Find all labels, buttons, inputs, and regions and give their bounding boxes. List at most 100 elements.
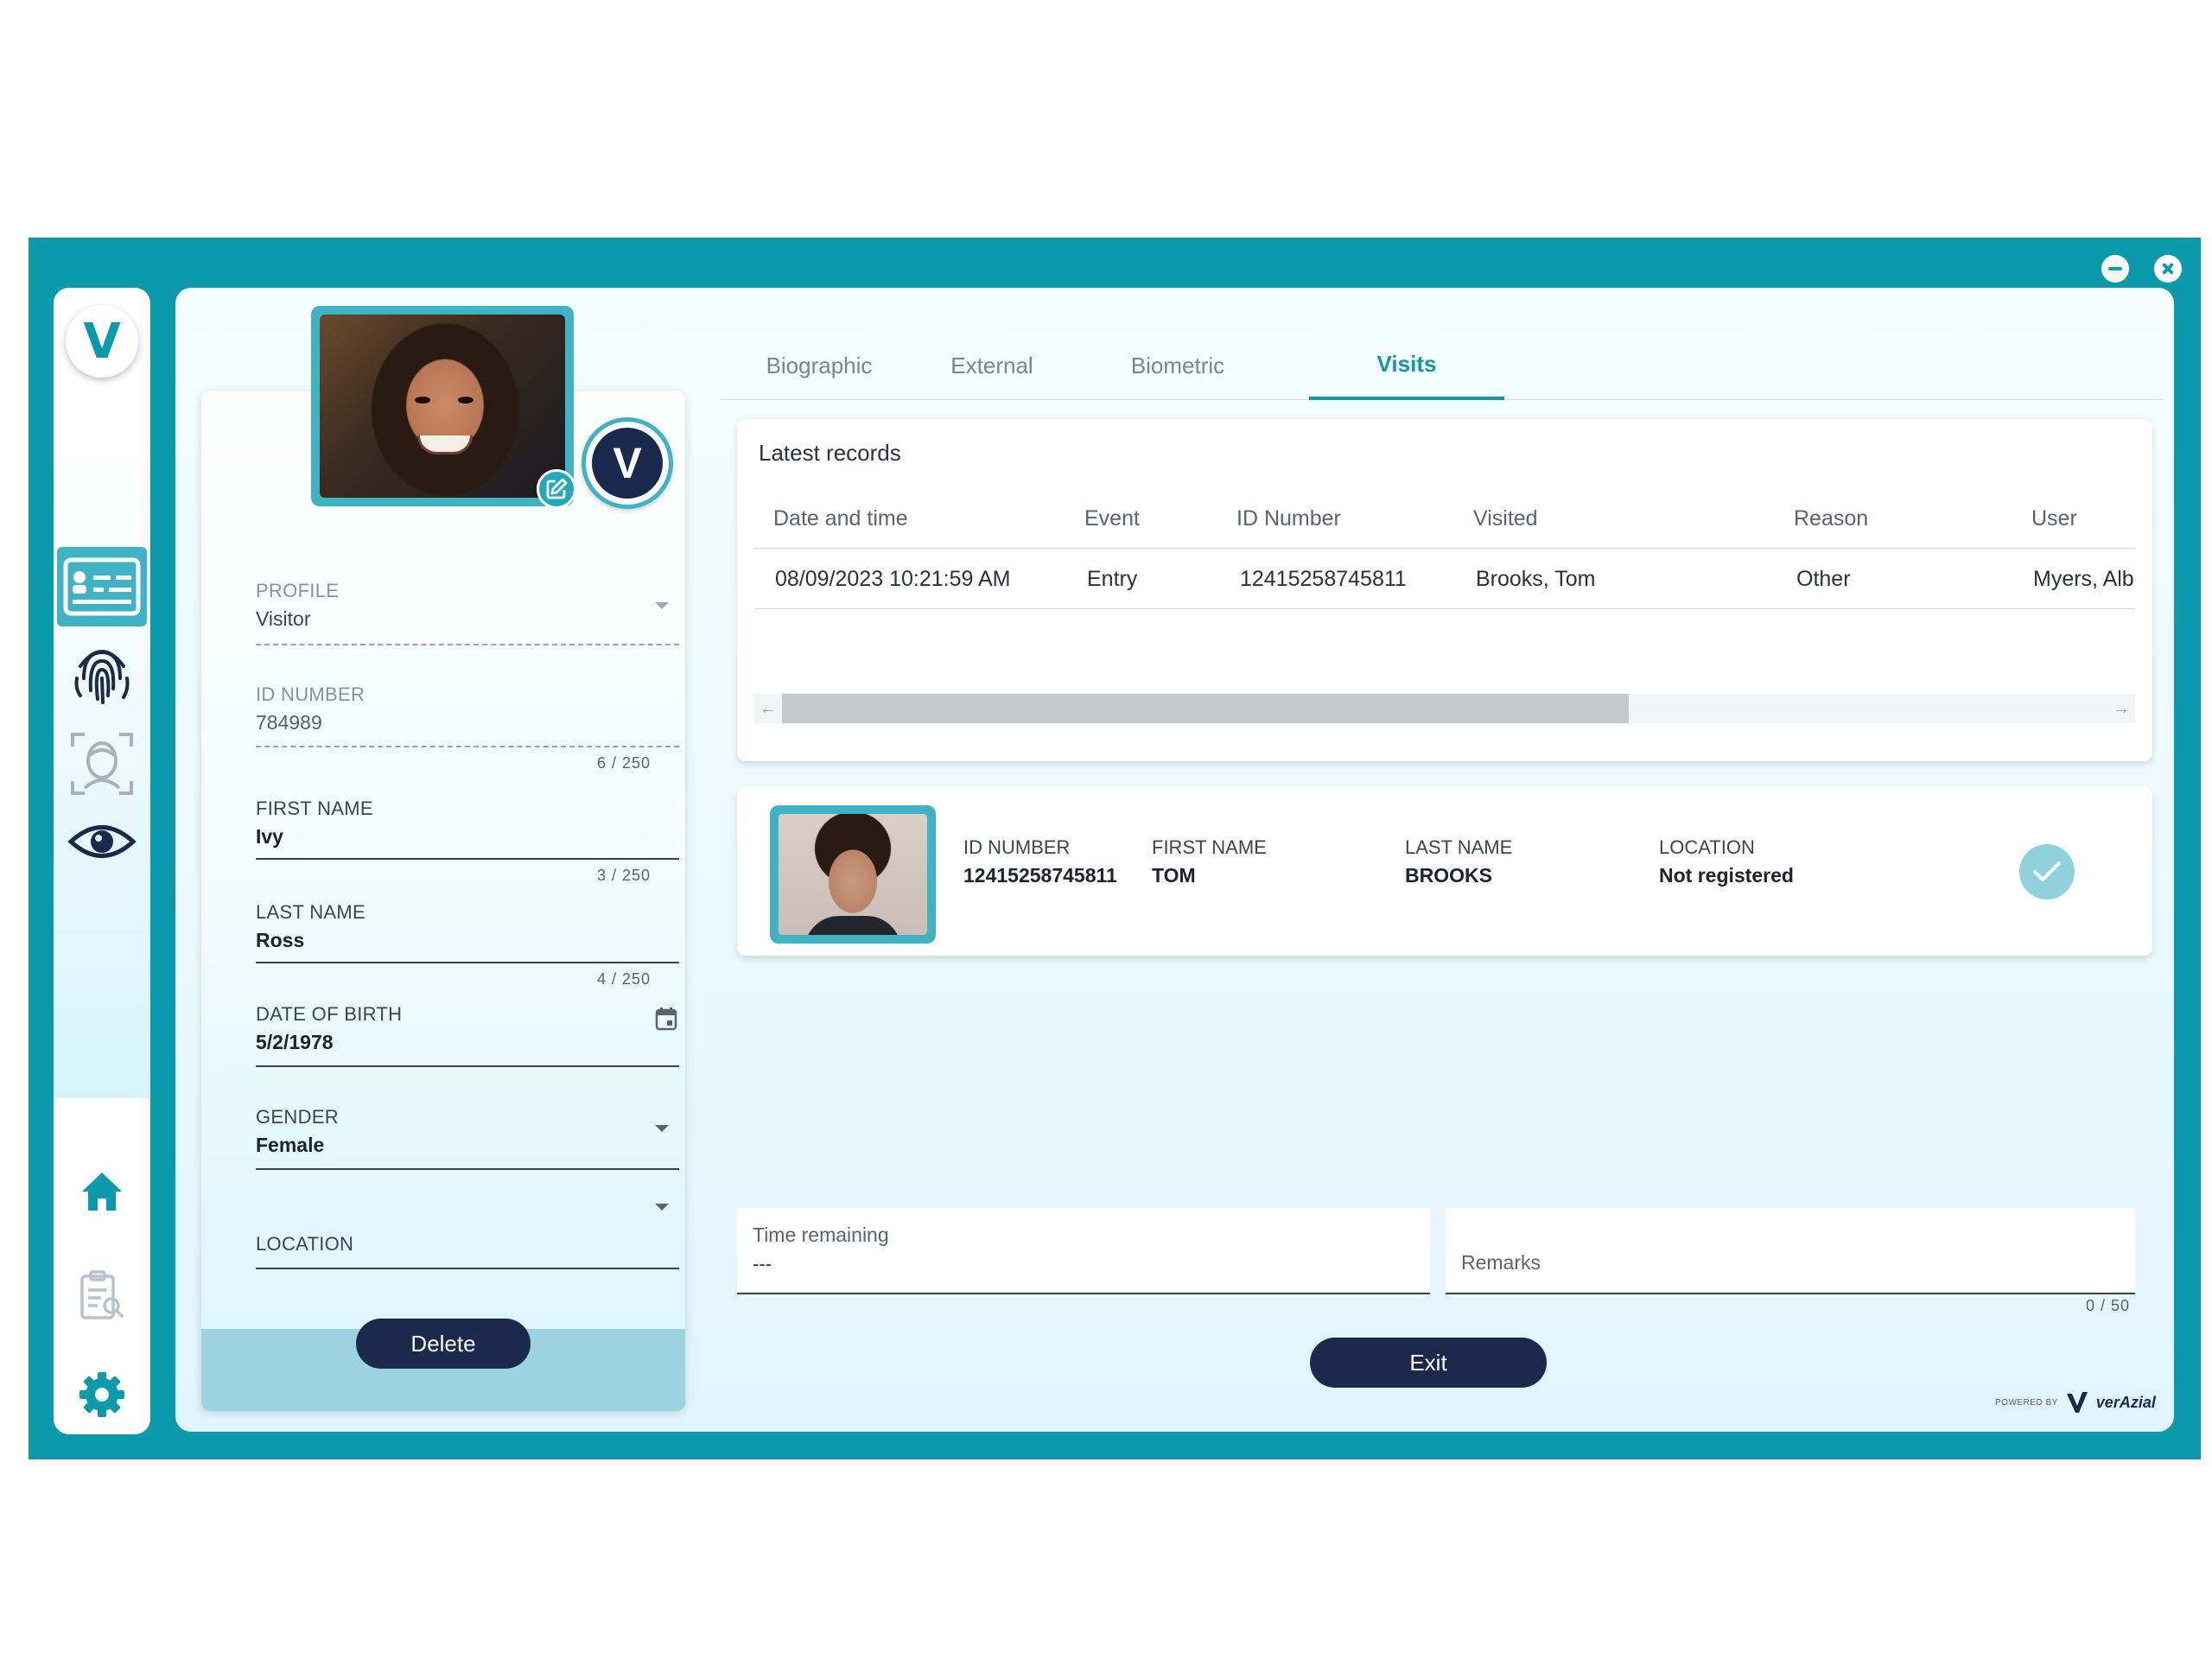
visited-last-name-label: LAST NAME — [1405, 836, 1513, 858]
records-table: Date and time Event ID Number Visited Re… — [754, 488, 2135, 609]
first-name-label: FIRST NAME — [256, 798, 373, 819]
eye-icon — [67, 825, 137, 858]
tab-biometric[interactable]: Biometric — [1113, 331, 1243, 400]
profile-label: PROFILE — [256, 580, 340, 601]
id-number-field: ID NUMBER 784989 6 / 250 — [256, 683, 679, 772]
table-cell: Brooks, Tom — [1476, 566, 1596, 591]
gender-value: Female — [256, 1134, 325, 1156]
field-underline — [256, 746, 679, 747]
verification-badge: V — [582, 417, 673, 509]
table-cell: Other — [1796, 566, 1851, 591]
table-cell: 12415258745811 — [1240, 566, 1407, 591]
gender-label: GENDER — [256, 1106, 339, 1128]
sidebar-item-home[interactable] — [54, 1152, 150, 1231]
id-number-counter: 6 / 250 — [596, 754, 651, 772]
table-cell: 08/09/2023 10:21:59 AM — [775, 566, 1011, 591]
sidebar-item-fingerprint[interactable] — [54, 633, 150, 713]
field-underline — [256, 858, 679, 860]
first-name-value: Ivy — [256, 825, 283, 848]
column-header[interactable]: User — [2031, 488, 2077, 549]
first-name-counter: 3 / 250 — [596, 867, 651, 884]
visited-first-name: FIRST NAME TOM — [1152, 836, 1267, 887]
sidebar-item-face-scan[interactable] — [54, 724, 150, 804]
check-icon — [2033, 861, 2061, 881]
scroll-right-icon[interactable]: → — [2107, 694, 2135, 723]
chevron-down-icon — [655, 602, 669, 609]
tab-visits[interactable]: Visits — [1309, 331, 1504, 400]
field-underline — [256, 644, 679, 645]
visited-first-name-value: TOM — [1152, 864, 1196, 887]
id-card-icon — [63, 557, 141, 616]
tab-biographic[interactable]: Biographic — [746, 331, 893, 400]
date-of-birth-field[interactable]: DATE OF BIRTH 5/2/1978 — [256, 1003, 679, 1067]
table-row[interactable]: 08/09/2023 10:21:59 AM Entry 12415258745… — [754, 549, 2135, 609]
column-header[interactable]: ID Number — [1236, 488, 1341, 549]
fingerprint-icon — [74, 650, 130, 704]
location-select[interactable]: LOCATION — [256, 1204, 679, 1269]
main-panel: PROFILE Visitor ID NUMBER 784989 6 / 250… — [175, 288, 2174, 1432]
time-remaining-field: Time remaining --- — [737, 1208, 1430, 1294]
powered-by-prefix: POWERED BY — [1995, 1397, 2058, 1408]
scroll-thumb[interactable] — [782, 694, 1629, 723]
horizontal-scrollbar[interactable]: ← → — [754, 694, 2135, 723]
profile-value: Visitor — [256, 607, 311, 630]
visited-location-value: Not registered — [1659, 864, 1794, 887]
time-remaining-label: Time remaining — [753, 1224, 889, 1246]
table-cell: Myers, Alb — [2033, 566, 2134, 591]
calendar-icon[interactable] — [655, 1007, 677, 1031]
id-number-value: 784989 — [256, 711, 322, 734]
visited-photo-frame — [770, 805, 936, 944]
close-button[interactable] — [2154, 255, 2182, 283]
field-underline — [256, 1268, 679, 1269]
sidebar-item-reports[interactable] — [54, 1255, 150, 1335]
profile-photo — [320, 315, 565, 498]
last-name-field[interactable]: LAST NAME Ross 4 / 250 — [256, 901, 679, 988]
tab-bar: Biographic External Biometric Visits — [720, 331, 2163, 400]
profile-panel: PROFILE Visitor ID NUMBER 784989 6 / 250… — [201, 391, 685, 1411]
edit-icon — [546, 478, 568, 499]
visited-photo — [779, 814, 927, 935]
last-name-counter: 4 / 250 — [596, 970, 651, 988]
visited-location: LOCATION Not registered — [1659, 836, 1794, 887]
sidebar-item-settings[interactable] — [54, 1355, 150, 1434]
minimize-button[interactable] — [2101, 255, 2129, 283]
visited-location-label: LOCATION — [1659, 836, 1755, 858]
field-underline — [256, 1168, 679, 1170]
delete-button[interactable]: Delete — [356, 1319, 531, 1369]
visited-last-name-value: BROOKS — [1405, 864, 1492, 887]
visited-person-card: ID NUMBER 12415258745811 FIRST NAME TOM … — [737, 786, 2152, 956]
remarks-counter: 0 / 50 — [2086, 1297, 2131, 1314]
scroll-left-icon[interactable]: ← — [754, 694, 782, 723]
first-name-field[interactable]: FIRST NAME Ivy 3 / 250 — [256, 798, 679, 884]
table-header: Date and time Event ID Number Visited Re… — [754, 488, 2135, 549]
app-window: V PROFILE Visitor ID NUMBER 784989 6 / 2… — [29, 238, 2201, 1459]
home-icon — [82, 1173, 122, 1211]
profile-select[interactable]: PROFILE Visitor — [256, 580, 679, 645]
clipboard-search-icon — [80, 1270, 124, 1319]
gender-select[interactable]: GENDER Female — [256, 1106, 679, 1170]
date-of-birth-label: DATE OF BIRTH — [256, 1003, 403, 1025]
status-check — [2019, 844, 2075, 899]
gear-icon — [79, 1372, 124, 1417]
sidebar-item-iris[interactable] — [54, 802, 150, 881]
location-label: LOCATION — [256, 1233, 354, 1255]
column-header[interactable]: Date and time — [773, 488, 908, 549]
powered-by: POWERED BY verAzial — [1995, 1390, 2156, 1414]
latest-records-card: Latest records Date and time Event ID Nu… — [737, 419, 2152, 761]
app-logo: V — [66, 305, 138, 378]
visited-id-number: ID NUMBER 12415258745811 — [963, 836, 1117, 887]
remarks-field[interactable]: Remarks — [1446, 1208, 2135, 1294]
visited-id-number-label: ID NUMBER — [963, 836, 1071, 858]
chevron-down-icon — [655, 1204, 669, 1211]
edit-photo-button[interactable] — [537, 469, 576, 509]
powered-by-brand: verAzial — [2095, 1393, 2156, 1411]
column-header[interactable]: Reason — [1794, 488, 1868, 549]
date-of-birth-value: 5/2/1978 — [256, 1031, 334, 1053]
column-header[interactable]: Event — [1084, 488, 1140, 549]
tab-external[interactable]: External — [936, 331, 1048, 400]
sidebar-item-id-card[interactable] — [57, 547, 147, 626]
face-scan-icon — [71, 733, 133, 795]
exit-button[interactable]: Exit — [1310, 1338, 1547, 1388]
column-header[interactable]: Visited — [1473, 488, 1538, 549]
verazial-logo-icon — [2066, 1392, 2088, 1413]
